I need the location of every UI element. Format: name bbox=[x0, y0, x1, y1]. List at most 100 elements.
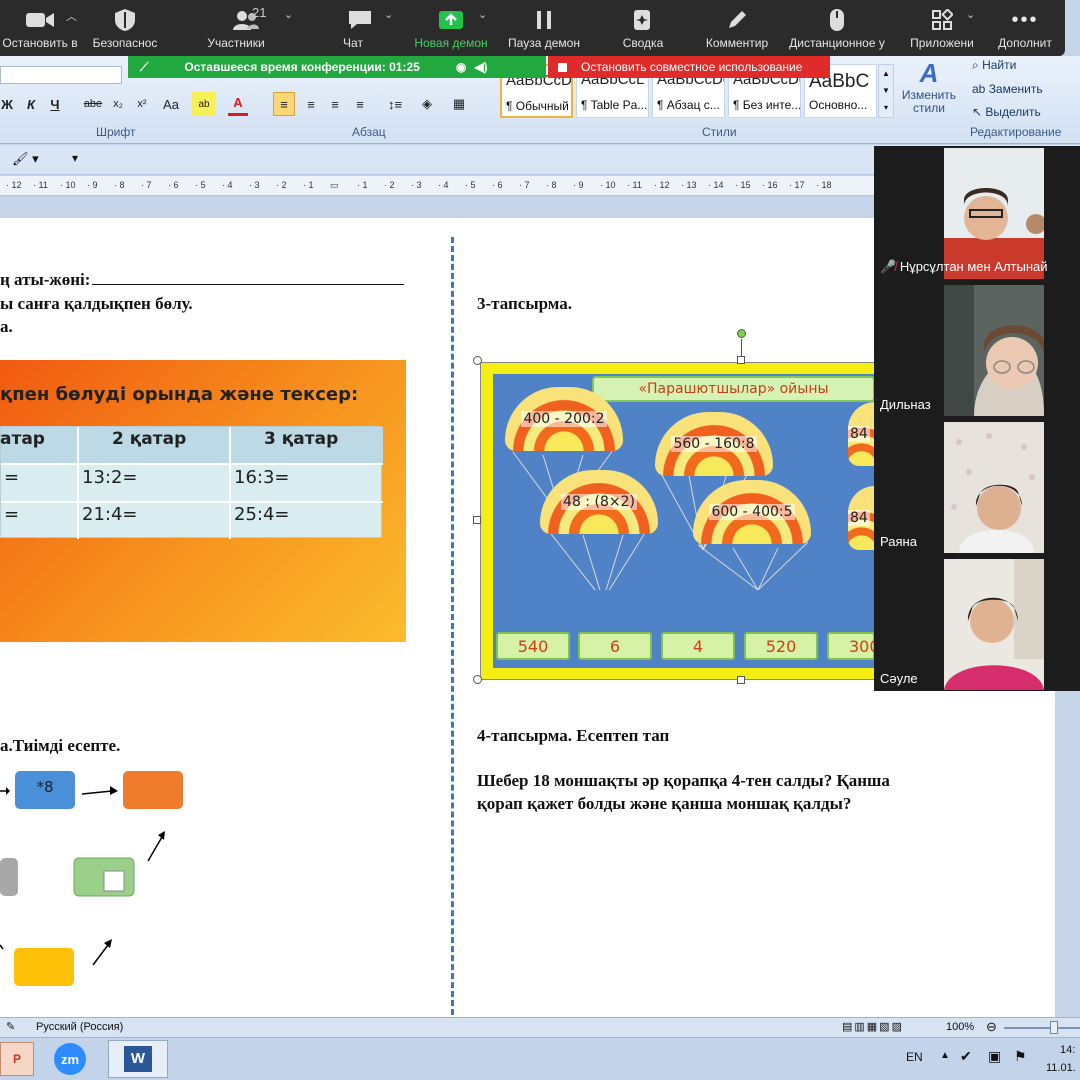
apps-button[interactable]: ⌄ Приложени bbox=[902, 0, 982, 56]
network-icon[interactable]: ▣ bbox=[988, 1048, 1001, 1065]
speaker-icon[interactable]: ◀) bbox=[474, 60, 487, 74]
chevron-down-icon[interactable]: ⌄ bbox=[478, 8, 487, 21]
new-share-button[interactable]: ⌄ Новая демон bbox=[408, 0, 494, 56]
resize-handle[interactable] bbox=[737, 676, 745, 684]
change-case-button[interactable]: Aa bbox=[158, 92, 184, 116]
styles-scroll[interactable]: ▲ ▼ ▾ bbox=[878, 64, 894, 118]
answer-box[interactable]: 300 bbox=[827, 632, 880, 660]
remote-control-button[interactable]: Дистанционное у bbox=[784, 0, 890, 56]
video-camera-icon bbox=[26, 13, 54, 27]
ruler-tick: ▭ bbox=[330, 180, 339, 190]
clock-time[interactable]: 14: bbox=[1060, 1044, 1075, 1056]
more-button[interactable]: ••• Дополнит bbox=[990, 0, 1060, 56]
horizontal-ruler: · 12 · 11 · 10 · 9 · 8 · 7 · 6 · 5 · 4 · 3 · 2 · 1 ▭… bbox=[0, 176, 875, 196]
mouse-icon bbox=[830, 9, 844, 31]
annotate-button[interactable]: Сводка bbox=[604, 0, 682, 56]
word-taskbar-button[interactable]: W bbox=[108, 1040, 168, 1078]
strikethrough-button[interactable]: abe bbox=[82, 92, 104, 116]
highlight-button[interactable]: ab bbox=[192, 92, 216, 116]
security-tray-icon[interactable]: ✔ bbox=[960, 1048, 972, 1065]
chat-button[interactable]: ⌄ Чат bbox=[320, 0, 400, 56]
ruler-tick: · 18 bbox=[816, 180, 832, 190]
zoom-app-icon: zm bbox=[54, 1043, 86, 1075]
video-tile[interactable]: Дильназ bbox=[874, 283, 1080, 416]
ruler-tick: · 10 bbox=[60, 180, 76, 190]
zoom-out-icon[interactable]: ⊖ bbox=[986, 1019, 997, 1035]
justify-button[interactable]: ≡ bbox=[349, 92, 371, 116]
pause-icon bbox=[537, 11, 551, 29]
powerpoint-taskbar-icon[interactable]: P bbox=[0, 1042, 34, 1076]
flow-diagram bbox=[0, 771, 183, 986]
spellcheck-icon[interactable]: ✎ bbox=[6, 1020, 15, 1033]
resize-handle[interactable] bbox=[473, 675, 482, 684]
answer-box[interactable]: 4 bbox=[661, 632, 735, 660]
video-tile[interactable]: Раяна bbox=[874, 420, 1080, 553]
input-language[interactable]: EN bbox=[906, 1050, 923, 1064]
pause-circle-icon[interactable]: ◉ bbox=[456, 60, 466, 74]
chevron-down-icon[interactable]: ⌄ bbox=[284, 8, 293, 21]
line-spacing-button[interactable]: ↕≡ bbox=[380, 92, 410, 116]
align-center-button[interactable]: ≡ bbox=[300, 92, 322, 116]
zoom-toolbar: Остановить в ︿ Безопаснос 21 ⌄ Участники… bbox=[0, 0, 1065, 56]
ruler-tick: · 1 bbox=[303, 180, 314, 190]
ruler-tick: · 11 bbox=[33, 180, 48, 190]
chevron-down-icon[interactable]: ︿ bbox=[66, 8, 77, 24]
align-left-button[interactable]: ≡ bbox=[273, 92, 295, 116]
resize-handle[interactable] bbox=[473, 356, 482, 365]
stop-share-button[interactable]: Остановить совместное использование bbox=[548, 56, 830, 78]
subscript-button[interactable]: x₂ bbox=[108, 92, 128, 116]
word-app-icon: W bbox=[124, 1046, 152, 1072]
comment-button[interactable]: Комментир bbox=[700, 0, 774, 56]
resize-handle[interactable] bbox=[737, 356, 745, 364]
ruler-tick: · 3 bbox=[249, 180, 260, 190]
zoom-slider[interactable] bbox=[1004, 1027, 1080, 1029]
problem-text: Шебер 18 моншақты әр қорапқа 4-тен салды… bbox=[477, 771, 890, 790]
font-name-box[interactable] bbox=[0, 66, 122, 84]
zoom-level[interactable]: 100% bbox=[946, 1021, 974, 1033]
clock-date[interactable]: 11.01. bbox=[1046, 1062, 1076, 1074]
font-color-button[interactable]: A bbox=[228, 92, 248, 116]
rotate-handle[interactable] bbox=[737, 329, 746, 338]
format-painter-icon[interactable]: 🖌 ▾ bbox=[12, 151, 39, 167]
answer-box[interactable]: 520 bbox=[744, 632, 818, 660]
gray-box bbox=[0, 858, 18, 896]
replace-button[interactable]: ab Заменить bbox=[972, 82, 1043, 96]
zoom-taskbar-button[interactable]: zm bbox=[40, 1042, 100, 1076]
answer-box[interactable]: 6 bbox=[578, 632, 652, 660]
resize-handle[interactable] bbox=[473, 516, 481, 524]
video-tile[interactable]: 🎤̸ Нұрсұлтан мен Алтынай bbox=[874, 146, 1080, 279]
chevron-down-icon[interactable]: ⌄ bbox=[384, 8, 393, 21]
participants-button[interactable]: 21 ⌄ Участники bbox=[196, 0, 296, 56]
superscript-button[interactable]: x² bbox=[132, 92, 152, 116]
align-right-button[interactable]: ≡ bbox=[324, 92, 346, 116]
participant-name: Дильназ bbox=[880, 397, 931, 412]
change-styles-button[interactable]: A Изменить стили bbox=[898, 58, 960, 122]
stop-video-button[interactable]: Остановить в ︿ bbox=[0, 0, 80, 56]
find-button[interactable]: ⌕ Найти bbox=[972, 58, 1016, 73]
ruler-tick: · 5 bbox=[465, 180, 476, 190]
italic-button[interactable]: К bbox=[22, 92, 40, 116]
customize-qat-icon[interactable]: ▾ bbox=[72, 151, 78, 165]
chevron-down-icon[interactable]: ⌄ bbox=[966, 8, 975, 21]
ruler-tick: · 8 bbox=[114, 180, 125, 190]
bold-button[interactable]: Ж bbox=[0, 92, 14, 116]
underline-button[interactable]: Ч bbox=[46, 92, 64, 116]
security-button[interactable]: Безопаснос bbox=[86, 0, 164, 56]
zoom-slider-thumb[interactable] bbox=[1050, 1021, 1058, 1034]
borders-icon[interactable]: ▦ bbox=[446, 92, 472, 116]
view-buttons[interactable]: ▤▥▦▧▨ bbox=[842, 1020, 904, 1033]
video-tile[interactable]: Сәуле bbox=[874, 557, 1080, 690]
ruler-tick: · 2 bbox=[384, 180, 395, 190]
participant-name: Раяна bbox=[880, 534, 917, 549]
ruler-tick: · 5 bbox=[195, 180, 206, 190]
flag-icon[interactable]: ⚑ bbox=[1014, 1048, 1027, 1065]
tray-arrow-icon[interactable]: ▲ bbox=[940, 1050, 950, 1061]
select-button[interactable]: ↖ Выделить bbox=[972, 105, 1041, 119]
ruler-tick: · 7 bbox=[519, 180, 530, 190]
pause-share-button[interactable]: Пауза демон bbox=[500, 0, 588, 56]
answer-box[interactable]: 540 bbox=[496, 632, 570, 660]
shading-icon[interactable]: ◈ bbox=[414, 92, 440, 116]
ruler-tick: · 16 bbox=[762, 180, 778, 190]
language-indicator[interactable]: Русский (Россия) bbox=[36, 1021, 123, 1033]
game-title: «Парашютшылар» ойыны bbox=[592, 376, 875, 402]
